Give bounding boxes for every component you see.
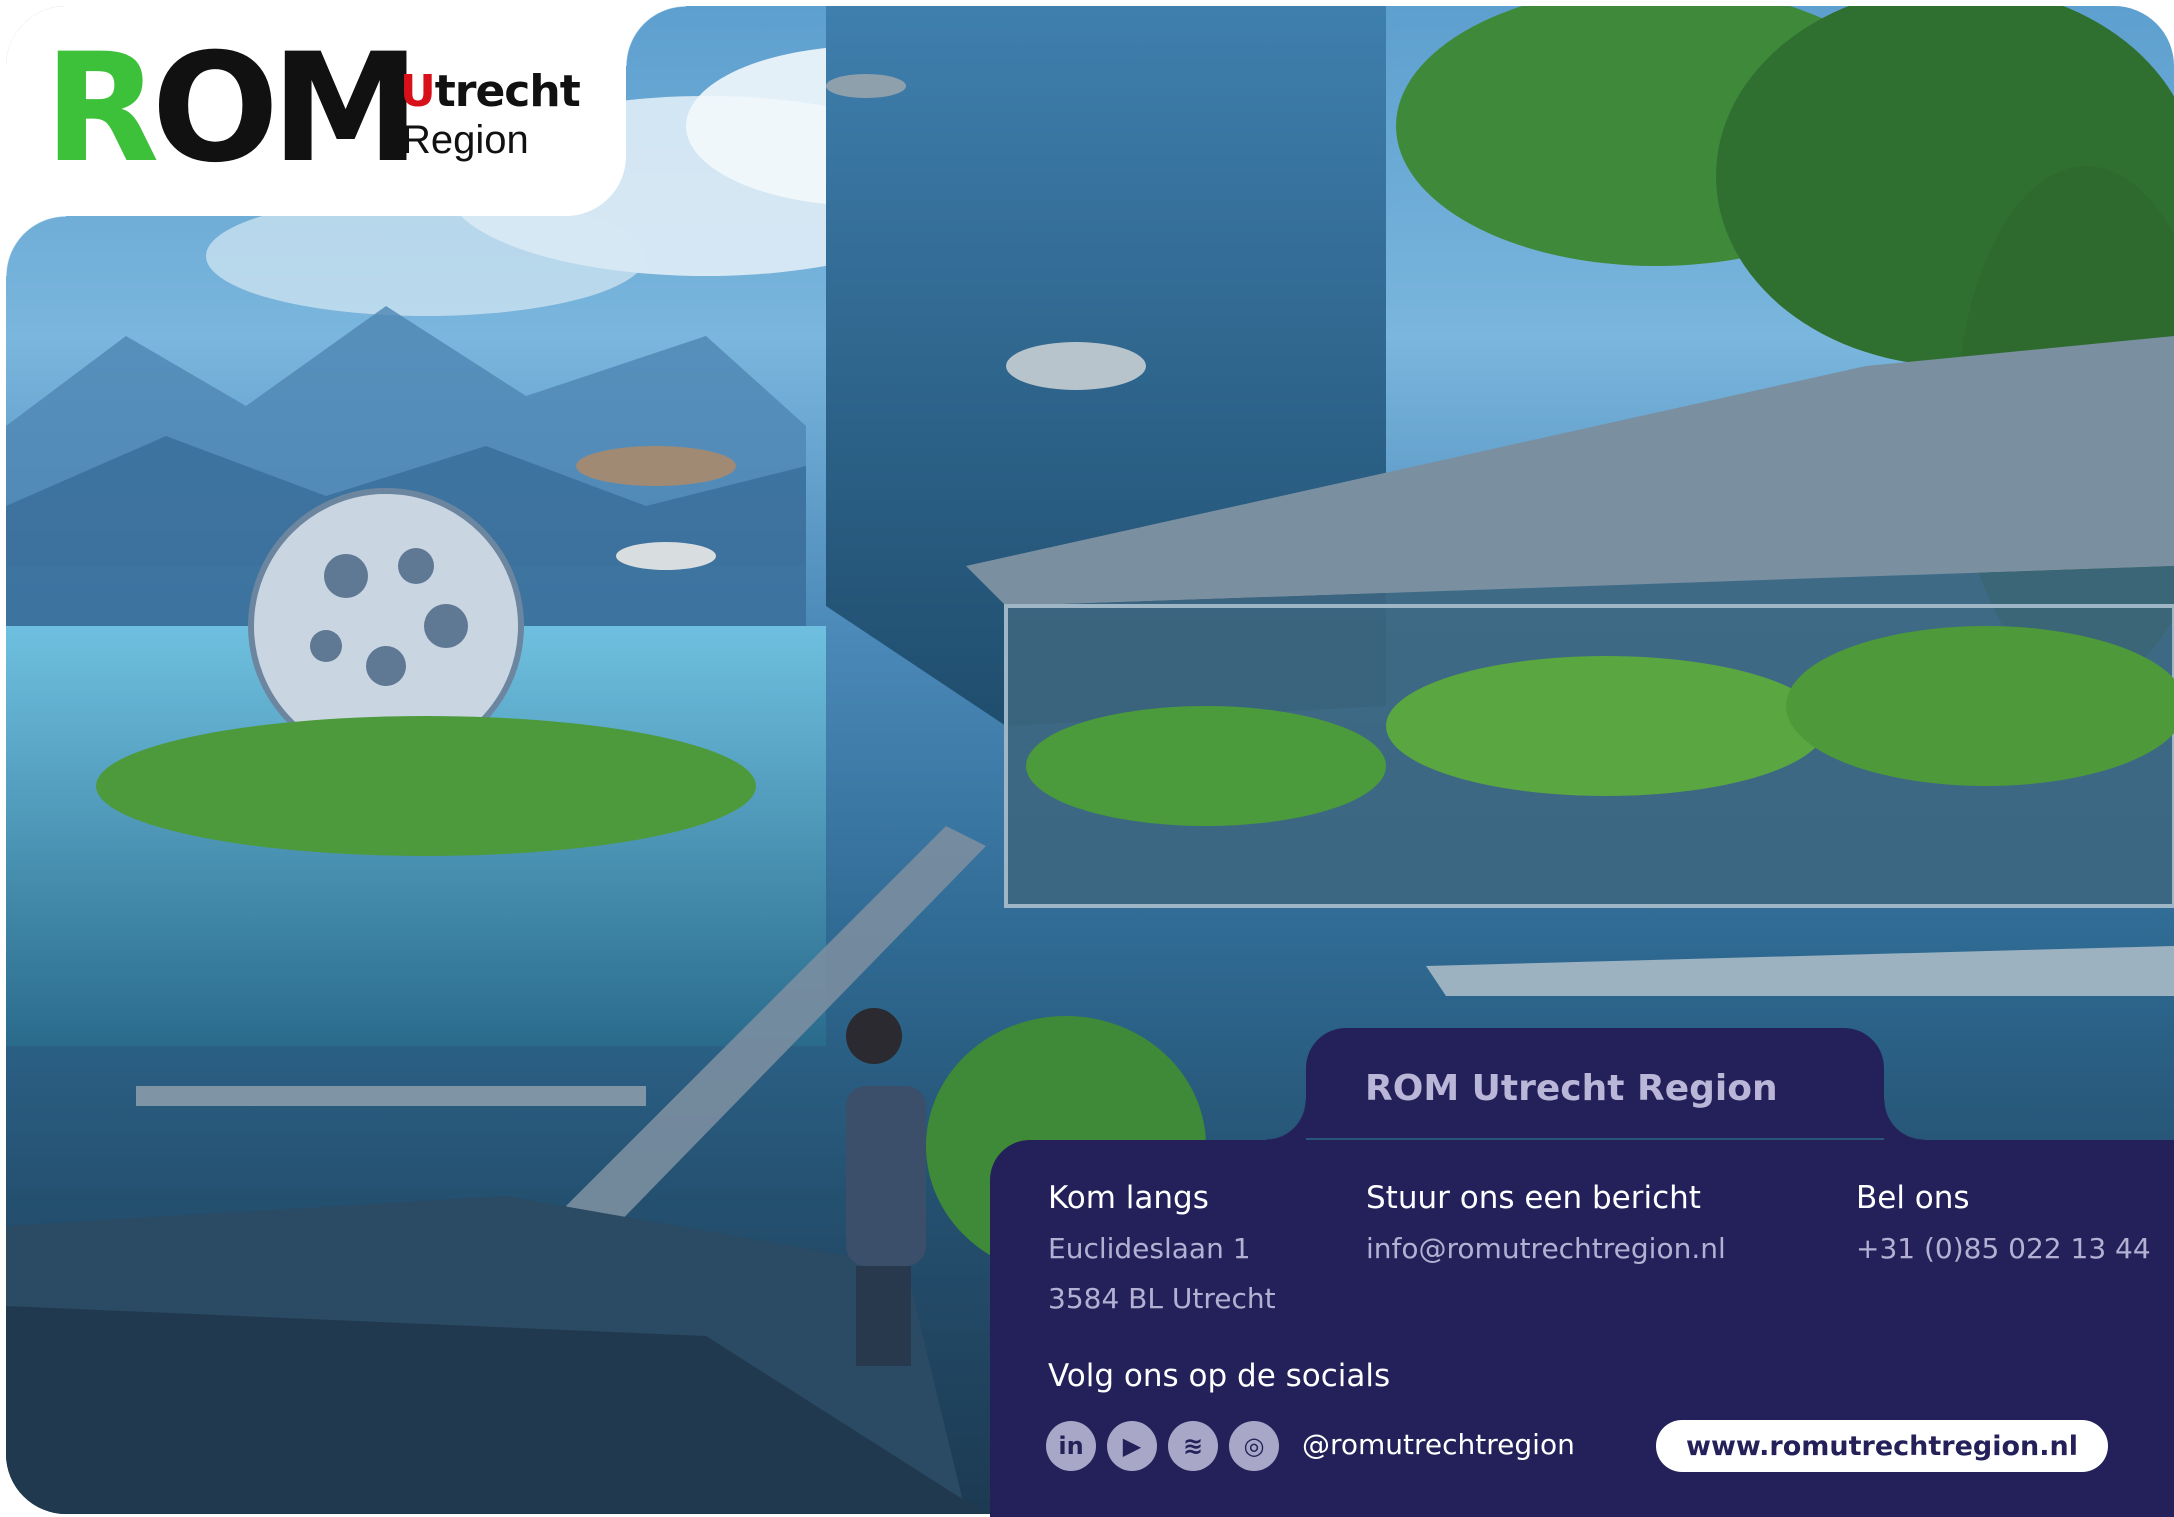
logo-region-label: Region xyxy=(402,118,529,162)
website-url: www.romutrechtregion.nl xyxy=(1686,1430,2078,1462)
logo-panel-corner xyxy=(6,216,66,276)
linkedin-icon[interactable]: in xyxy=(1046,1421,1096,1471)
email-link[interactable]: info@romutrechtregion.nl xyxy=(1366,1232,1726,1265)
spotify-icon[interactable]: ≋ xyxy=(1168,1421,1218,1471)
contact-card-title: ROM Utrecht Region xyxy=(1365,1068,1778,1109)
instagram-icon[interactable]: ◎ xyxy=(1229,1421,1279,1471)
phone-link[interactable]: +31 (0)85 022 13 44 xyxy=(1856,1232,2151,1265)
logo-panel-corner xyxy=(626,6,686,66)
visit-heading: Kom langs xyxy=(1048,1180,1209,1216)
social-handle: @romutrechtregion xyxy=(1302,1428,1575,1461)
youtube-icon[interactable]: ▶ xyxy=(1107,1421,1157,1471)
contact-card-corner xyxy=(1266,1100,1306,1140)
utrecht-logo: Utrecht xyxy=(400,66,581,117)
address-line-1: Euclideslaan 1 xyxy=(1048,1232,1251,1265)
address-line-2: 3584 BL Utrecht xyxy=(1048,1282,1276,1315)
call-heading: Bel ons xyxy=(1856,1180,1970,1216)
website-button[interactable]: www.romutrechtregion.nl xyxy=(1656,1420,2108,1472)
contact-card-corner xyxy=(1884,1100,1924,1140)
rom-logo: ROM xyxy=(44,22,420,196)
socials-heading: Volg ons op de socials xyxy=(1048,1358,1391,1394)
message-heading: Stuur ons een bericht xyxy=(1366,1180,1701,1216)
